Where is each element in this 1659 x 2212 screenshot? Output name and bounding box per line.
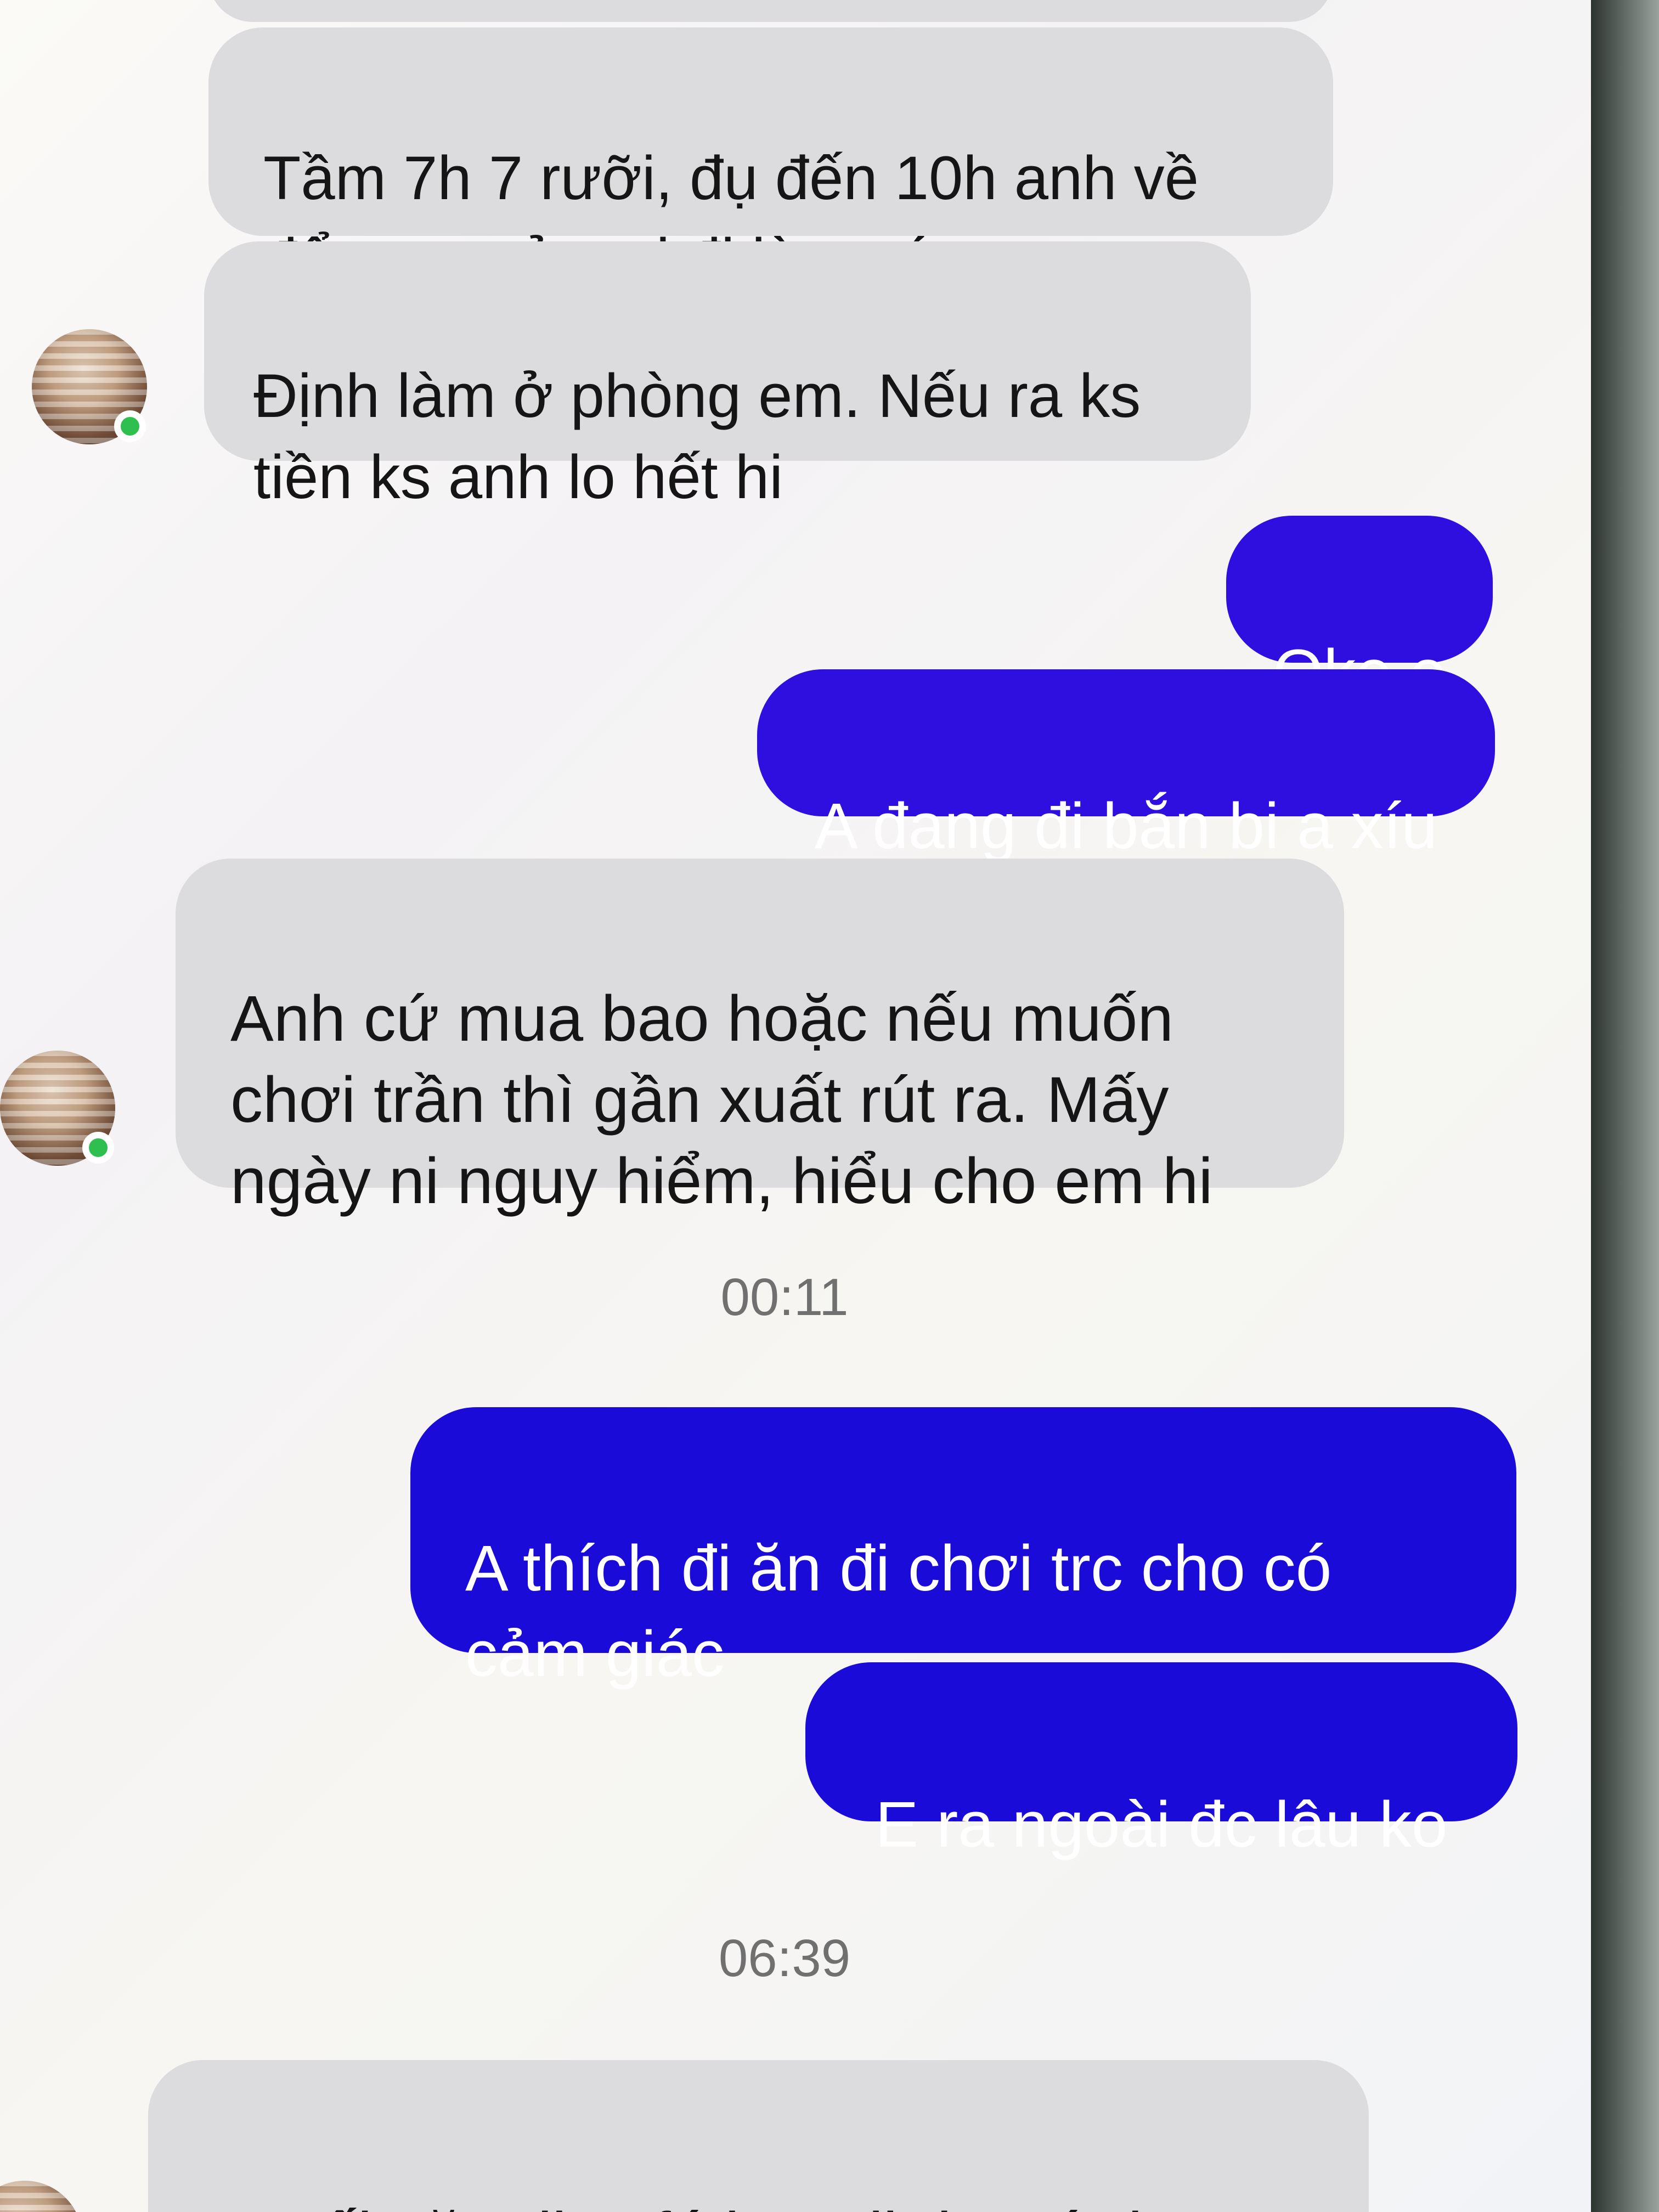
message-bubble-outgoing[interactable]: A đang đi bắn bi a xíu	[757, 669, 1495, 862]
message-timestamp: 00:11	[720, 1268, 849, 1327]
phone-bezel	[1591, 0, 1659, 2212]
message-text: Dạ tối gặp đi café hay đi dạo tí cho	[203, 2199, 1200, 2212]
message-bubble-incoming[interactable]: Tầm 7h 7 rưỡi, đụ đến 10h anh về để em n…	[208, 27, 1333, 295]
avatar-photo	[0, 2181, 82, 2212]
message-text: Anh cứ mua bao hoặc nếu muốn chơi trần t…	[230, 983, 1213, 1217]
message-bubble-incoming[interactable]: Dạ tối gặp đi café hay đi dạo tí cho	[148, 2060, 1369, 2212]
online-status-icon	[82, 1132, 114, 1164]
message-text: A đang đi bắn bi a xíu	[814, 790, 1437, 862]
partial-message-bubble[interactable]	[208, 0, 1333, 22]
contact-avatar-icon[interactable]	[0, 2181, 82, 2212]
online-status-icon	[114, 410, 146, 442]
message-timestamp: 06:39	[718, 1929, 851, 1988]
message-bubble-outgoing[interactable]: Oke e	[1226, 516, 1493, 709]
message-text: Định làm ở phòng em. Nếu ra ks tiền ks a…	[253, 362, 1141, 511]
message-bubble-incoming[interactable]: Định làm ở phòng em. Nếu ra ks tiền ks a…	[204, 241, 1251, 511]
message-bubble-outgoing[interactable]: E ra ngoài đc lâu ko	[805, 1662, 1517, 1861]
message-bubble-incoming[interactable]: Anh cứ mua bao hoặc nếu muốn chơi trần t…	[176, 859, 1344, 1217]
contact-avatar-icon[interactable]	[32, 329, 147, 444]
message-bubble-outgoing[interactable]: A thích đi ăn đi chơi trc cho có cảm giá…	[410, 1407, 1516, 1690]
message-text: E ra ngoài đc lâu ko	[875, 1788, 1448, 1861]
chat-screen: Tầm 7h 7 rưỡi, đụ đến 10h anh về để em n…	[0, 0, 1591, 2212]
contact-avatar-icon[interactable]	[0, 1051, 115, 1166]
